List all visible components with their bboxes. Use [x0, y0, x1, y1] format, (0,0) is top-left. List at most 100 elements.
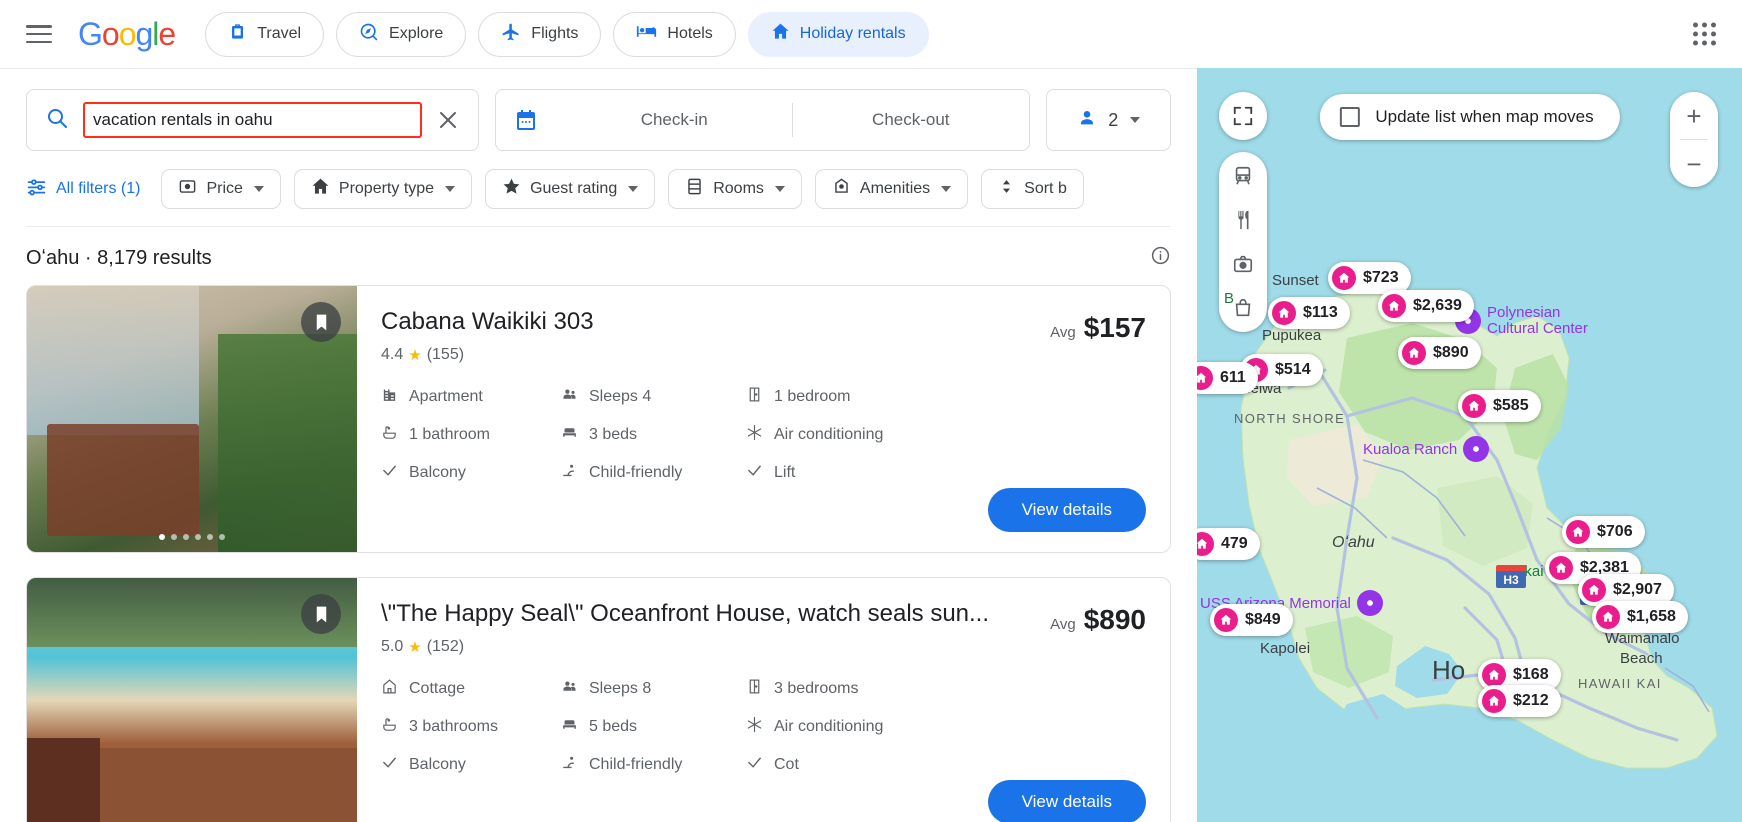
house-icon [1566, 520, 1590, 544]
map-price-pin[interactable]: 479 [1197, 528, 1260, 560]
map-zoom-controls[interactable]: + − [1670, 92, 1718, 187]
view-details-button[interactable]: View details [987, 780, 1146, 822]
pin-price: 611 [1220, 369, 1246, 386]
feature-item: Sleeps 8 [561, 678, 746, 700]
date-range-box[interactable]: Check-in Check-out [495, 89, 1030, 151]
results-header: Oʻahu · 8,179 results [0, 227, 1197, 271]
review-count: (155) [426, 345, 465, 363]
listing-card[interactable]: \"The Happy Seal\" Oceanfront House, wat… [26, 577, 1171, 822]
info-icon[interactable] [1150, 245, 1171, 271]
house-icon [1197, 366, 1213, 390]
feature-label: Air conditioning [774, 425, 884, 443]
shopping-icon[interactable] [1231, 296, 1255, 320]
sort-icon [998, 178, 1015, 200]
feature-label: Balcony [409, 755, 466, 773]
nav-flights[interactable]: Flights [478, 11, 602, 57]
map-price-pin[interactable]: $2,639 [1378, 290, 1474, 322]
map-category-bar[interactable] [1219, 152, 1267, 332]
listing-card[interactable]: Cabana Waikiki 303 4.4 ★ (155) Avg $157 [26, 285, 1171, 553]
listing-title[interactable]: Cabana Waikiki 303 [381, 308, 594, 337]
checkin-field[interactable]: Check-in [556, 110, 792, 130]
house-icon [1596, 605, 1620, 629]
filter-property-type[interactable]: Property type [293, 169, 473, 209]
all-filters-button[interactable]: All filters (1) [26, 176, 140, 202]
map-price-pin[interactable]: $212 [1478, 685, 1561, 717]
house-icon [771, 22, 790, 46]
close-icon[interactable] [436, 108, 460, 132]
map-fullscreen-button[interactable] [1219, 92, 1267, 140]
feature-item: Air conditioning [746, 424, 1146, 446]
apps-grid-icon[interactable] [1693, 22, 1716, 46]
rating-value: 4.4 [381, 345, 404, 363]
map-price-pin[interactable]: $113 [1268, 297, 1350, 329]
feature-label: Child-friendly [589, 463, 683, 481]
search-input[interactable] [83, 102, 423, 138]
nav-hotels[interactable]: Hotels [613, 11, 736, 57]
attractions-icon[interactable] [1231, 252, 1255, 276]
pin-price: $2,639 [1413, 297, 1462, 314]
child-icon [561, 462, 578, 484]
filter-guest-rating[interactable]: Guest rating [485, 169, 656, 209]
feature-label: 3 bedrooms [774, 679, 859, 697]
filter-price[interactable]: Price [161, 169, 281, 209]
search-box[interactable] [26, 89, 480, 151]
listing-photo[interactable] [27, 286, 357, 552]
nav-holiday-rentals[interactable]: Holiday rentals [747, 11, 929, 57]
map-price-pin[interactable]: $1,658 [1592, 601, 1688, 633]
map-price-pin[interactable]: $706 [1562, 516, 1645, 548]
listing-header: Cabana Waikiki 303 4.4 ★ (155) Avg $157 [381, 308, 1146, 364]
sleeps-icon [561, 386, 578, 408]
star-icon: ★ [408, 346, 422, 364]
house-icon [1462, 394, 1486, 418]
nav-travel[interactable]: Travel [205, 11, 325, 57]
map-price-pin[interactable]: $585 [1458, 390, 1541, 422]
bookmark-icon[interactable] [301, 594, 341, 634]
nav-explore[interactable]: Explore [336, 11, 467, 57]
map-price-pin[interactable]: $849 [1210, 604, 1293, 636]
map-price-pin[interactable]: $890 [1398, 337, 1481, 369]
listing-features: Apartment Sleeps 4 1 bedroom 1 bathroom … [381, 386, 1146, 484]
chevron-down-icon [941, 186, 952, 192]
transit-icon[interactable] [1231, 164, 1255, 188]
bed-icon [561, 716, 578, 738]
update-list-toggle[interactable]: Update list when map moves [1319, 94, 1620, 140]
hamburger-menu-icon[interactable] [26, 25, 52, 43]
nav-holiday-rentals-label: Holiday rentals [799, 25, 906, 42]
view-details-button[interactable]: View details [987, 488, 1146, 532]
house-icon [1482, 689, 1506, 713]
pin-price: $514 [1275, 361, 1311, 378]
restaurant-icon[interactable] [1231, 208, 1255, 232]
feature-item: 5 beds [561, 716, 746, 738]
price-amount: $157 [1083, 312, 1146, 343]
guest-selector[interactable]: 2 [1045, 89, 1172, 151]
chevron-down-icon [445, 186, 456, 192]
search-icon [45, 106, 69, 135]
listing-title[interactable]: \"The Happy Seal\" Oceanfront House, wat… [381, 600, 989, 629]
photo-carousel-dots[interactable] [159, 534, 225, 540]
filter-rooms[interactable]: Rooms [668, 169, 802, 209]
map-canvas[interactable] [1197, 68, 1742, 822]
zoom-out-button[interactable]: − [1670, 140, 1718, 187]
filter-amenities[interactable]: Amenities [814, 169, 969, 209]
chevron-down-icon [1130, 117, 1141, 123]
filter-guest-rating-label: Guest rating [530, 180, 618, 197]
check-icon [746, 754, 763, 776]
map-price-pin[interactable]: 611 [1197, 362, 1258, 394]
filter-sort-by[interactable]: Sort b [981, 169, 1084, 209]
google-logo[interactable]: Google [78, 16, 176, 53]
update-list-checkbox[interactable] [1339, 107, 1360, 127]
feature-item: Child-friendly [561, 754, 746, 776]
filter-rooms-label: Rooms [713, 180, 764, 197]
listing-photo[interactable] [27, 578, 357, 822]
flight-icon [501, 22, 521, 47]
bedroom-icon [746, 678, 763, 700]
price-avg-label: Avg [1050, 324, 1076, 341]
filter-sort-by-label: Sort b [1024, 180, 1067, 197]
luggage-icon [228, 22, 247, 46]
checkout-field[interactable]: Check-out [793, 110, 1029, 130]
bookmark-icon[interactable] [301, 302, 341, 342]
feature-label: 1 bathroom [409, 425, 490, 443]
feature-label: Child-friendly [589, 755, 683, 773]
map-panel[interactable]: Update list when map moves + − Sunset B Pu… [1197, 68, 1742, 822]
zoom-in-button[interactable]: + [1670, 92, 1718, 139]
